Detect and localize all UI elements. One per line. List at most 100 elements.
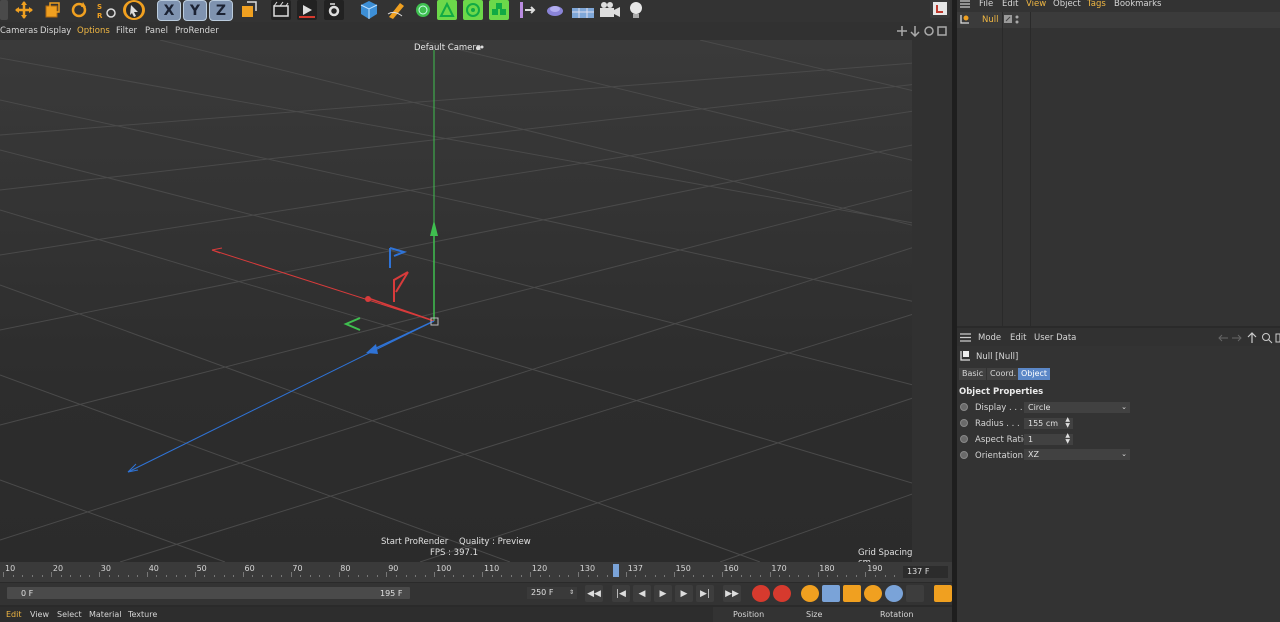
ruler-label: 50 <box>196 564 207 573</box>
current-frame-field[interactable]: 137 F <box>903 566 948 578</box>
spinner-arrows-icon[interactable]: ▲ ▼ <box>1065 433 1070 445</box>
extrude-generator-icon[interactable] <box>437 0 457 20</box>
am-menu-mode[interactable]: Mode <box>978 333 1001 343</box>
pen-spline-icon[interactable] <box>386 0 406 20</box>
mm-menu-edit[interactable]: Edit <box>6 610 22 619</box>
previous-key-button[interactable]: |◀ <box>612 585 630 602</box>
next-key-button[interactable]: ▶| <box>696 585 714 602</box>
mm-menu-view[interactable]: View <box>30 610 49 619</box>
render-settings-icon[interactable] <box>324 0 344 20</box>
om-menu-file[interactable]: File <box>979 0 993 9</box>
rotate-tool-icon[interactable] <box>69 0 89 20</box>
timeline-scheme-icon[interactable] <box>934 585 952 602</box>
key-rotation-icon[interactable] <box>864 585 882 602</box>
key-scale-icon[interactable] <box>843 585 861 602</box>
deformer-icon[interactable] <box>518 0 538 20</box>
om-menu-object[interactable]: Object <box>1053 0 1081 9</box>
mograph-icon[interactable] <box>489 0 509 20</box>
viewport-menu-cameras[interactable]: Cameras <box>0 26 38 36</box>
key-position-icon[interactable] <box>822 585 840 602</box>
viewport-menu-display[interactable]: Display <box>40 26 71 36</box>
layout-switch-icon[interactable] <box>930 0 950 18</box>
viewport-menu-options[interactable]: Options <box>77 26 110 36</box>
object-name[interactable]: Null <box>982 15 998 25</box>
autokey-icon[interactable] <box>773 585 791 602</box>
timeline-ruler[interactable]: 10 20 30 40 50 60 70 80 90 100 110 120 130 137 150 160 1… <box>0 562 952 582</box>
viewport-menu-filter[interactable]: Filter <box>116 26 137 36</box>
lock-y-axis-button[interactable]: Y <box>183 0 207 21</box>
display-animate-dot[interactable] <box>960 403 968 411</box>
transform-recent-icon[interactable]: SR <box>96 0 118 20</box>
ruler-tick <box>558 575 560 577</box>
light-icon[interactable] <box>626 0 646 20</box>
previous-frame-button[interactable]: ◀ <box>633 585 651 602</box>
camera-label[interactable]: Default Camera <box>414 43 481 53</box>
aspect-ratio-field[interactable]: 1 ▲ ▼ <box>1024 433 1073 445</box>
ruler-tick <box>836 575 838 577</box>
key-parameter-icon[interactable] <box>885 585 903 602</box>
lock-z-axis-button[interactable]: Z <box>209 0 233 21</box>
am-menu-icon[interactable] <box>960 333 971 342</box>
coordinate-system-icon[interactable] <box>239 0 259 20</box>
camera-menu-icon[interactable] <box>475 44 484 52</box>
start-prorender-label[interactable]: Start ProRender <box>381 537 448 547</box>
tab-basic[interactable]: Basic <box>959 368 987 380</box>
ruler-tick <box>539 575 541 577</box>
om-menu-edit[interactable]: Edit <box>1002 0 1018 9</box>
scale-tool-icon[interactable] <box>42 0 62 20</box>
om-menu-bookmarks[interactable]: Bookmarks <box>1114 0 1162 9</box>
live-selection-icon[interactable] <box>123 0 145 20</box>
spinner-arrows-icon[interactable]: ⇕ <box>569 587 574 599</box>
subdivision-surface-icon[interactable] <box>413 0 433 20</box>
ruler-tick <box>874 575 876 577</box>
object-row[interactable]: Null <box>957 12 1280 28</box>
om-menu-view[interactable]: View <box>1026 0 1046 9</box>
go-to-start-button[interactable]: ◀◀ <box>585 585 603 602</box>
play-button[interactable]: ▶ <box>654 585 672 602</box>
move-tool-icon[interactable] <box>14 0 34 20</box>
ruler-tick <box>137 575 139 577</box>
render-to-picture-viewer-icon[interactable] <box>297 0 317 20</box>
radius-animate-dot[interactable] <box>960 419 968 427</box>
tool-partial-icon[interactable] <box>0 0 8 20</box>
go-to-end-button[interactable]: ▶▶ <box>723 585 741 602</box>
render-view-icon[interactable] <box>271 0 291 20</box>
ruler-tick <box>702 575 704 577</box>
radius-field[interactable]: 155 cm ▲ ▼ <box>1024 417 1073 429</box>
end-frame-field[interactable]: 250 F ⇕ <box>527 587 577 599</box>
playhead[interactable] <box>613 564 619 577</box>
ruler-tick <box>587 575 589 577</box>
aspect-ratio-animate-dot[interactable] <box>960 435 968 443</box>
orientation-animate-dot[interactable] <box>960 451 968 459</box>
orientation-dropdown[interactable]: XZ ⌄ <box>1024 449 1130 460</box>
tab-object[interactable]: Object <box>1018 368 1051 380</box>
preview-range-slider[interactable]: 0 F 195 F <box>7 587 410 599</box>
floor-icon[interactable] <box>570 0 595 20</box>
cloner-icon[interactable] <box>463 0 483 20</box>
ruler-tick <box>405 575 407 577</box>
viewport-menu-panel[interactable]: Panel <box>145 26 168 36</box>
visibility-toggle-icon[interactable] <box>1004 15 1024 25</box>
cube-icon[interactable] <box>359 0 379 20</box>
mm-menu-texture[interactable]: Texture <box>128 610 157 619</box>
tab-coord[interactable]: Coord. <box>987 368 1020 380</box>
viewport-navigation-icons[interactable] <box>896 25 952 37</box>
object-manager-menu: File Edit View Object Tags Bookmarks <box>957 0 1280 12</box>
am-navigation-icons[interactable] <box>1218 332 1280 344</box>
next-frame-button[interactable]: ▶ <box>675 585 693 602</box>
mm-menu-select[interactable]: Select <box>57 610 82 619</box>
3d-viewport[interactable]: Start ProRender Quality : Preview FPS : … <box>0 40 952 562</box>
om-menu-tags[interactable]: Tags <box>1087 0 1106 9</box>
key-pla-icon[interactable] <box>906 585 924 602</box>
lock-x-axis-button[interactable]: X <box>157 0 181 21</box>
environment-icon[interactable] <box>545 0 565 20</box>
display-dropdown[interactable]: Circle ⌄ <box>1024 402 1130 413</box>
am-menu-edit[interactable]: Edit <box>1010 333 1026 343</box>
mm-menu-material[interactable]: Material <box>89 610 122 619</box>
camera-icon[interactable] <box>598 0 622 20</box>
keyframe-selection-icon[interactable] <box>801 585 819 602</box>
viewport-menu-prorender[interactable]: ProRender <box>175 26 219 36</box>
record-keys-icon[interactable] <box>752 585 770 602</box>
spinner-arrows-icon[interactable]: ▲ ▼ <box>1065 417 1070 429</box>
am-menu-user-data[interactable]: User Data <box>1034 333 1076 343</box>
